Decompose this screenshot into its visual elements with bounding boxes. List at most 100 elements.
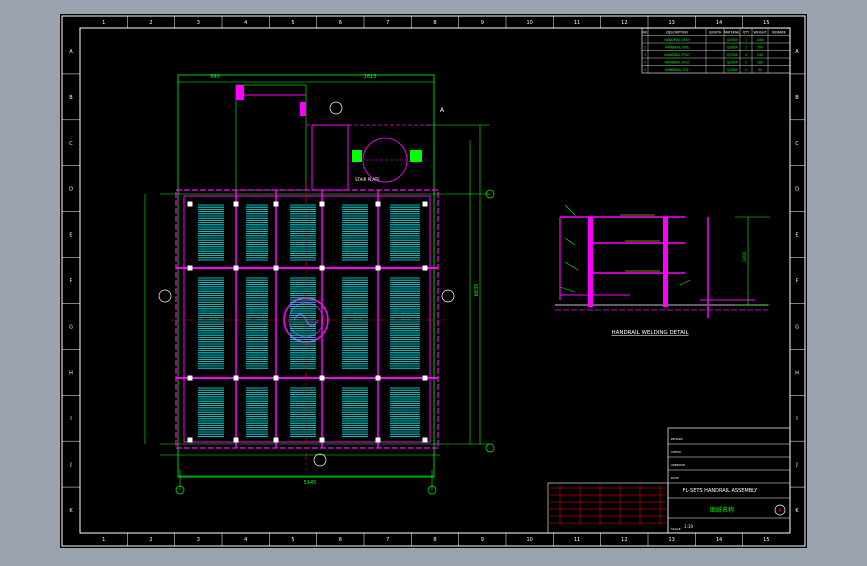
column-label: 14 — [716, 20, 722, 26]
table-cell: QTY — [743, 30, 749, 34]
table-cell: 2 — [745, 45, 747, 49]
row-label: J — [795, 462, 797, 468]
column-label: 1 — [102, 20, 105, 26]
handrail-post — [375, 437, 381, 443]
handrail-post — [233, 201, 239, 207]
column-label: 9 — [481, 537, 484, 543]
row-label: J — [69, 462, 71, 468]
table-cell: Q235A — [727, 45, 739, 49]
column-label: 5 — [291, 20, 294, 26]
drawing-title: FL-SETS HANDRAIL ASSEMBLY — [683, 488, 759, 494]
handrail-post — [187, 201, 193, 207]
row-label: B — [795, 95, 799, 101]
svg-text:1200: 1200 — [742, 251, 747, 262]
column-label: 7 — [386, 20, 389, 26]
table-cell: HANDRAIL TOE — [665, 68, 689, 72]
column-label: 2 — [149, 20, 152, 26]
table-cell: HANDRAIL ASSY — [664, 38, 690, 42]
row-label: C — [69, 141, 73, 147]
column-label: 2 — [149, 537, 152, 543]
column-label: 11 — [574, 20, 580, 26]
drawing-subtitle: 图纸名称 — [710, 506, 734, 514]
table-cell: MATERIAL — [724, 30, 740, 34]
handrail-post — [375, 201, 381, 207]
row-label: G — [795, 324, 799, 330]
row-label: F — [796, 279, 799, 285]
table-cell: 1 — [745, 68, 747, 72]
row-label: D — [795, 187, 799, 193]
drawing-canvas: 1122334455667788991010111112121313141415… — [60, 14, 807, 548]
handrail-post — [273, 437, 279, 443]
table-cell: 180 — [757, 60, 763, 64]
table-cell: 1 — [644, 38, 646, 42]
column-label: 8 — [433, 20, 436, 26]
handrail-post — [319, 437, 325, 443]
column-label: 4 — [244, 20, 247, 26]
column-label: 11 — [574, 537, 580, 543]
column-label: 6 — [339, 20, 342, 26]
table-cell: HANDRAIL PIPE — [665, 45, 689, 49]
row-label: B — [69, 95, 73, 101]
table-cell: 2 — [745, 60, 747, 64]
handrail-post — [422, 201, 428, 207]
table-cell: 240 — [757, 53, 763, 57]
column-label: 7 — [386, 537, 389, 543]
handrail-post — [273, 201, 279, 207]
column-label: 12 — [621, 537, 627, 543]
drawing-sheet — [60, 14, 807, 548]
table-cell: Q235A — [727, 53, 739, 57]
column-label: 10 — [526, 537, 532, 543]
table-cell: HANDRAIL POST — [664, 53, 690, 57]
column-label: 3 — [197, 537, 200, 543]
table-cell: Q235A — [727, 38, 739, 42]
row-label: I — [796, 416, 797, 422]
table-cell: 2 — [644, 45, 646, 49]
column-label: 3 — [197, 20, 200, 26]
title-block-label: CHECK — [671, 450, 682, 454]
row-label: C — [795, 141, 799, 147]
sheet-code: A — [778, 508, 782, 514]
table-cell: 4 — [745, 53, 747, 57]
row-label: H — [795, 370, 799, 376]
title-block-label: DATE — [671, 476, 679, 480]
row-label: E — [795, 233, 798, 239]
top-dim-2: 540 — [210, 74, 220, 80]
column-label: 15 — [763, 537, 769, 543]
top-dim-1: 1613 — [364, 74, 377, 80]
handrail-post — [319, 375, 325, 381]
row-label: F — [70, 279, 73, 285]
column-label: 5 — [291, 537, 294, 543]
handrail-post — [233, 375, 239, 381]
handrail-post — [422, 265, 428, 271]
overall-width-dim: 5145 — [304, 480, 317, 486]
table-cell: WEIGHT — [754, 30, 767, 34]
column-label: 8 — [433, 537, 436, 543]
handrail-post — [187, 375, 193, 381]
table-cell: Q235A — [727, 68, 739, 72]
table-cell: DESCRIPTION — [666, 30, 688, 34]
column-label: 14 — [716, 537, 722, 543]
detail-caption: HANDRAIL WELDING DETAIL — [611, 330, 689, 336]
row-label: D — [69, 187, 73, 193]
overall-height-dim: 6835 — [474, 284, 480, 297]
handrail-post — [273, 375, 279, 381]
row-label: H — [69, 370, 73, 376]
handrail-post — [187, 265, 193, 271]
handrail-post — [319, 265, 325, 271]
table-cell: REMARK — [772, 30, 786, 34]
table-cell: LENGTH — [709, 30, 722, 34]
table-cell: 4 — [644, 60, 646, 64]
column-label: 13 — [668, 20, 674, 26]
handrail-post — [422, 437, 428, 443]
handrail-post — [422, 375, 428, 381]
row-label: E — [69, 233, 72, 239]
column-label: 9 — [481, 20, 484, 26]
table-cell: Q235A — [727, 60, 739, 64]
table-cell: 1 — [745, 38, 747, 42]
table-cell: 350 — [757, 45, 763, 49]
handrail-post — [233, 265, 239, 271]
handrail-post — [233, 437, 239, 443]
column-label: 4 — [244, 537, 247, 543]
table-cell: 3 — [644, 53, 646, 57]
handrail-post — [319, 201, 325, 207]
